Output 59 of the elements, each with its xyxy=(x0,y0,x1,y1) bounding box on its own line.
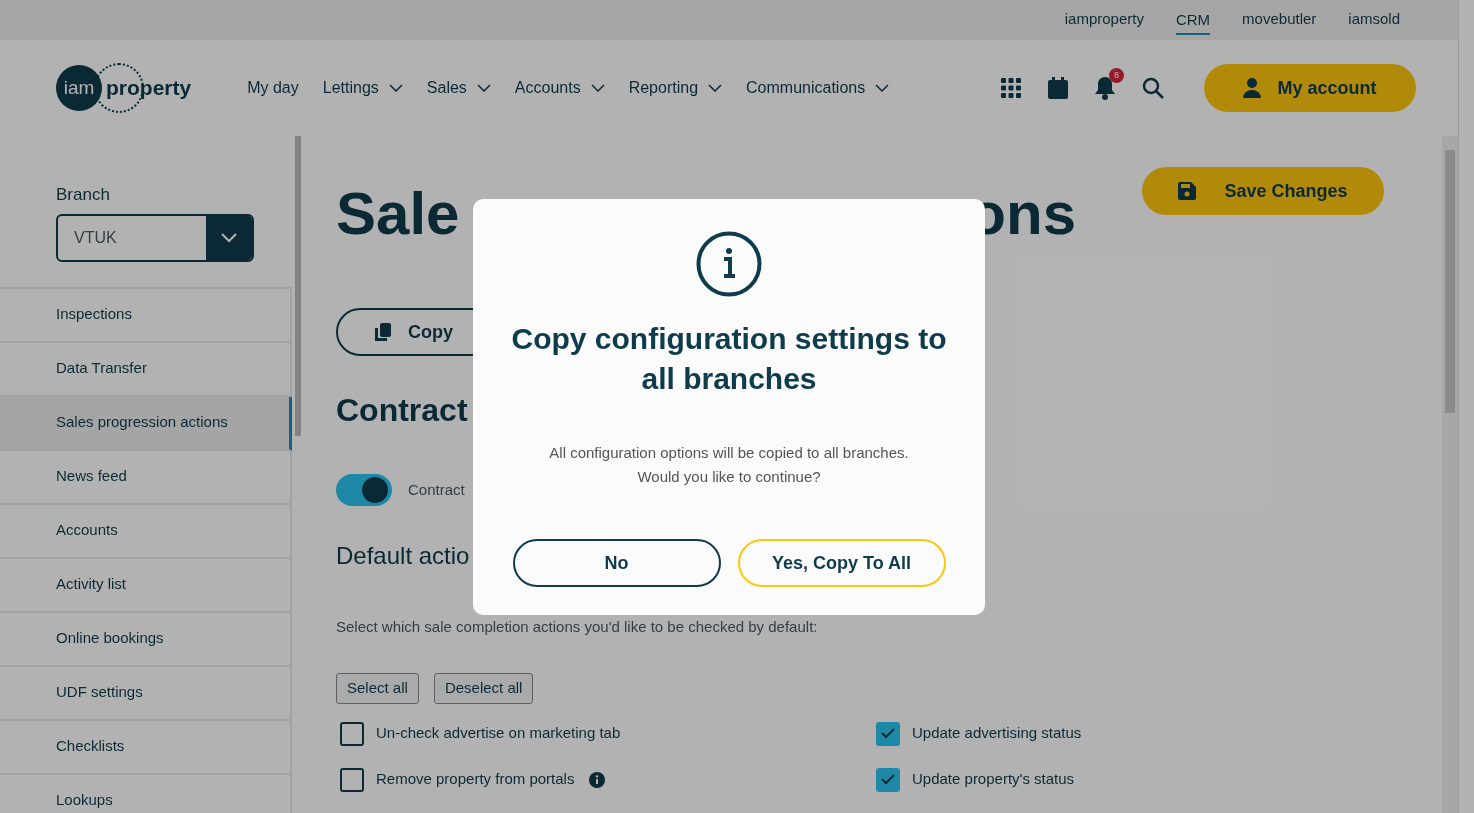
checkbox[interactable] xyxy=(340,721,364,746)
confirm-button[interactable]: Yes, Copy To All xyxy=(737,539,946,587)
checkbox-label: Un-check advertise on marketing tab xyxy=(376,723,621,744)
nav-link[interactable]: Accounts xyxy=(514,76,605,100)
sidebar-item[interactable]: UDF settings xyxy=(0,666,292,721)
sidebar-item[interactable]: Accounts xyxy=(0,504,292,559)
site-link[interactable]: movebutler xyxy=(1242,7,1317,33)
checkbox-label: Update advertising status xyxy=(912,723,1082,744)
logo-text: property xyxy=(106,75,192,102)
nav-link[interactable]: Reporting xyxy=(628,76,723,100)
branch-label: Branch xyxy=(56,184,111,206)
subheading: Default actio xyxy=(336,541,470,571)
instruction-text: Select which sale completion actions you'd like to be checked by default: xyxy=(336,617,818,637)
info-icon xyxy=(696,231,762,297)
logo-mark: iam xyxy=(56,65,102,111)
sidebar-item[interactable]: Online bookings xyxy=(0,612,292,667)
info-icon[interactable] xyxy=(589,771,606,788)
branch-select[interactable]: VTUK xyxy=(56,213,254,262)
section-heading: Contract xyxy=(336,391,468,430)
nav-link[interactable]: Lettings xyxy=(322,76,403,100)
my-account-button[interactable]: My account xyxy=(1204,64,1416,112)
sidebar-item[interactable]: Lookups xyxy=(0,774,292,813)
sidebar-item[interactable]: Activity list xyxy=(0,558,292,613)
sidebar-item[interactable]: Checklists xyxy=(0,720,292,775)
toggle-label: Contract xyxy=(408,479,465,500)
checkbox[interactable] xyxy=(876,721,900,746)
page-title: Sale xyxy=(336,179,460,249)
checkbox-label: Update property's status xyxy=(912,769,1075,790)
deselect-all-button[interactable]: Deselect all xyxy=(433,672,534,704)
nav-link[interactable]: Sales xyxy=(426,76,491,100)
save-icon xyxy=(1178,182,1197,200)
cancel-button[interactable]: No xyxy=(512,539,721,587)
toggle-switch[interactable] xyxy=(336,474,392,506)
dialog-message: All configuration options will be copied to all branches. Would you like to continue? xyxy=(549,443,909,487)
check-icon xyxy=(881,774,895,785)
select-all-button[interactable]: Select all xyxy=(336,672,419,704)
site-link[interactable]: iamsold xyxy=(1348,7,1400,33)
checkbox-label: Remove property from portals xyxy=(376,769,575,790)
nav-link[interactable]: My day xyxy=(247,76,299,100)
site-link[interactable]: CRM xyxy=(1175,8,1211,36)
apps-grid-icon[interactable] xyxy=(1000,77,1022,99)
sidebar-scrollbar[interactable] xyxy=(295,136,301,436)
copy-icon xyxy=(374,323,392,341)
user-icon xyxy=(1243,78,1262,98)
checkbox[interactable] xyxy=(876,767,900,792)
chevron-down-icon xyxy=(221,232,237,243)
save-changes-button[interactable]: Save Changes xyxy=(1142,167,1384,215)
search-icon[interactable] xyxy=(1142,77,1164,99)
checkbox[interactable] xyxy=(340,767,364,792)
sidebar-item[interactable]: News feed xyxy=(0,450,292,505)
sidebar-item[interactable]: Inspections xyxy=(0,288,292,343)
bell-icon[interactable] xyxy=(1094,76,1116,100)
sidebar-item[interactable]: Sales progression actions xyxy=(0,396,292,451)
nav-link[interactable]: Communications xyxy=(746,76,890,100)
calendar-icon[interactable] xyxy=(1048,77,1068,99)
site-link[interactable]: iamproperty xyxy=(1064,7,1144,33)
check-icon xyxy=(881,728,895,739)
notification-count: 8 xyxy=(1109,68,1124,83)
content-scrollbar[interactable] xyxy=(1445,150,1455,413)
